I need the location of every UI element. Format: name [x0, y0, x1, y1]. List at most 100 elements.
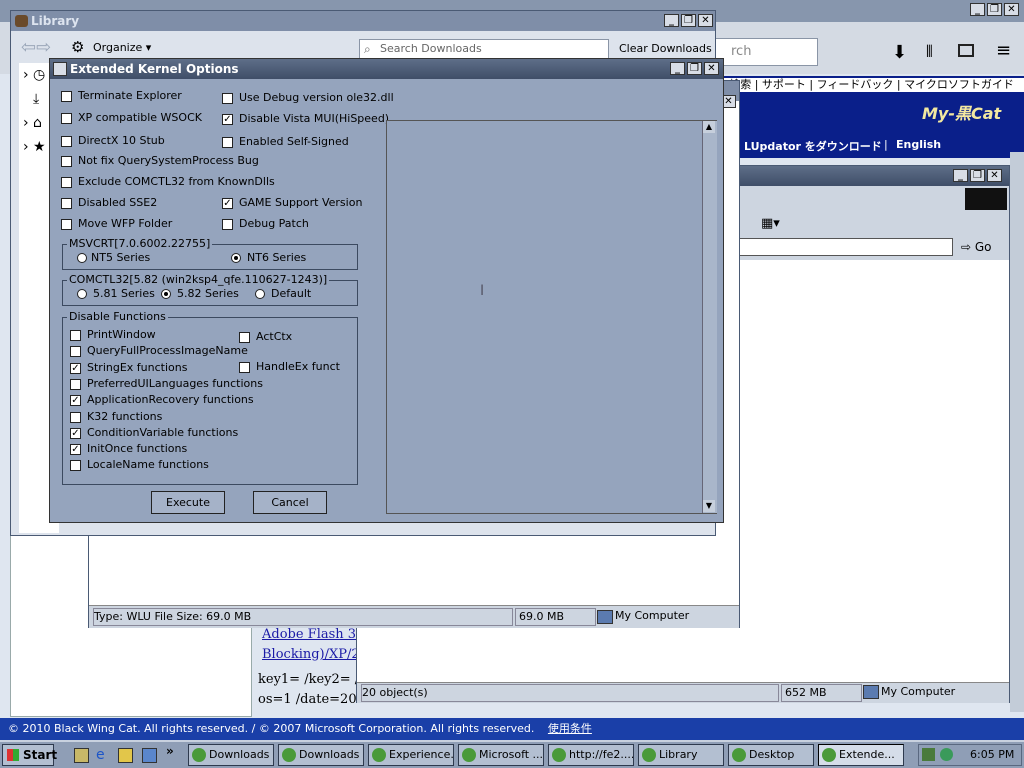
library-search-input[interactable]: ⌕ Search Downloads [359, 39, 609, 59]
english-link[interactable]: English [896, 138, 941, 151]
minimize-icon[interactable]: _ [953, 169, 968, 182]
download-arrow-icon[interactable]: ⬇ [892, 42, 907, 63]
disable-fn-checkbox-0[interactable] [70, 330, 81, 341]
disable-fn-checkbox-4[interactable]: ✓ [70, 395, 81, 407]
option-left-checkbox-3[interactable] [61, 156, 72, 167]
minimize-icon[interactable]: _ [670, 62, 685, 75]
disable-fn-checkbox-3[interactable] [70, 378, 81, 390]
radio-nt6[interactable] [231, 253, 241, 263]
go-button[interactable]: ⇨ Go [961, 238, 1005, 256]
disable-fn-checkbox-6[interactable]: ✓ [70, 427, 81, 439]
option-right-checkbox-0[interactable] [222, 93, 233, 104]
taskbar-button[interactable]: Microsoft ... [458, 744, 544, 766]
option-left-checkbox-2[interactable] [61, 136, 72, 147]
option-left-checkbox-5[interactable] [61, 198, 72, 209]
comctl-582-label: 5.82 Series [177, 287, 239, 300]
close-icon[interactable]: ✕ [698, 14, 713, 27]
taskbar-button-label: Extende... [839, 748, 895, 761]
radio-582[interactable] [161, 289, 171, 299]
option-right-checkbox-1[interactable]: ✓ [222, 114, 233, 125]
dialog-text-pane[interactable] [386, 120, 717, 514]
quicklaunch-desktop-icon[interactable] [74, 748, 89, 763]
quicklaunch-ie-icon[interactable]: e [96, 747, 105, 763]
maximize-icon[interactable]: ❐ [970, 169, 985, 182]
quicklaunch-more-icon[interactable]: » [166, 744, 174, 758]
disable-fn-checkbox-8[interactable] [70, 460, 81, 472]
radio-default[interactable] [255, 289, 265, 299]
start-button[interactable]: Start [2, 744, 57, 766]
disable-fn-checkbox-7[interactable]: ✓ [70, 444, 81, 456]
minimize-icon[interactable]: _ [970, 3, 985, 16]
option-left-label-0: Terminate Explorer [78, 89, 182, 102]
disable-fn-checkbox-1[interactable] [70, 346, 81, 358]
close-icon[interactable]: ✕ [704, 62, 719, 75]
taskbar-button[interactable]: http://fe2.... [548, 744, 634, 766]
taskbar-app-icon [732, 748, 746, 762]
tags-icon[interactable]: › ⌂ [23, 115, 42, 131]
bookmarks-icon[interactable]: › ★ [23, 139, 46, 155]
maximize-icon[interactable]: ❐ [987, 3, 1002, 16]
pane-scrollbar[interactable] [702, 121, 717, 513]
page-text-2: os=1 /date=20 c [258, 692, 369, 707]
scroll-up-icon[interactable]: ▲ [703, 121, 715, 133]
option-left-checkbox-0[interactable] [61, 91, 72, 102]
taskbar-button[interactable]: Extende... [818, 744, 904, 766]
copyright-text: © 2010 Black Wing Cat. All rights reserv… [8, 722, 535, 735]
option-left-checkbox-6[interactable] [61, 219, 72, 230]
search-placeholder: Search Downloads [380, 42, 482, 55]
option-right-label-2: Enabled Self-Signed [239, 135, 349, 148]
browser-scrollbar[interactable] [1010, 152, 1024, 712]
option-left-checkbox-1[interactable] [61, 113, 72, 124]
cancel-button[interactable]: Cancel [253, 491, 327, 514]
option-right-checkbox-2[interactable] [222, 137, 233, 148]
library-icon[interactable]: ⫴ [926, 42, 933, 62]
clear-downloads-button[interactable]: Clear Downloads [619, 42, 712, 55]
close-icon[interactable]: ✕ [987, 169, 1002, 182]
quicklaunch-explorer-icon[interactable] [118, 748, 133, 763]
page-link-1[interactable]: Adobe Flash 3 [262, 627, 356, 642]
taskbar-button[interactable]: Experience... [368, 744, 454, 766]
disable-fn-right-checkbox-1[interactable] [239, 362, 250, 373]
page-link-2[interactable]: Blocking)/XP/2 [262, 647, 360, 662]
organize-button[interactable]: Organize ▾ [93, 41, 151, 54]
radio-581[interactable] [77, 289, 87, 299]
maximize-icon[interactable]: ❐ [681, 14, 696, 27]
disable-fn-checkbox-2[interactable]: ✓ [70, 362, 81, 374]
option-left-checkbox-4[interactable] [61, 177, 72, 188]
taskbar-button-label: Microsoft ... [479, 748, 544, 761]
taskbar-button-label: Library [659, 748, 698, 761]
library-app-icon [15, 15, 28, 27]
status-total: 69.0 MB [515, 608, 596, 626]
computer-icon [597, 610, 613, 624]
taskbar-button[interactable]: Library [638, 744, 724, 766]
taskbar-button[interactable]: Downloads [188, 744, 274, 766]
clock[interactable]: 6:05 PM [970, 748, 1014, 761]
scroll-down-icon[interactable]: ▼ [703, 500, 715, 512]
jp-menu[interactable]: | 検索 | サポート | フィードバック | マイクロソフトガイド [722, 78, 1024, 92]
gear-icon[interactable]: ⚙ [71, 38, 84, 56]
close-icon[interactable]: ✕ [1004, 3, 1019, 16]
minimize-icon[interactable]: _ [664, 14, 679, 27]
terms-link[interactable]: 使用条件 [548, 722, 592, 735]
taskbar-button[interactable]: Desktop [728, 744, 814, 766]
taskbar-button[interactable]: Downloads [278, 744, 364, 766]
option-right-checkbox-4[interactable] [222, 219, 233, 230]
radio-nt5[interactable] [77, 253, 87, 263]
history-icon[interactable]: › ◷ [23, 67, 45, 83]
taskbar-button-label: Experience... [389, 748, 454, 761]
option-right-checkbox-3[interactable]: ✓ [222, 198, 233, 209]
quicklaunch-media-icon[interactable] [142, 748, 157, 763]
sidebar-icon[interactable] [958, 44, 974, 57]
maximize-icon[interactable]: ❐ [687, 62, 702, 75]
download-link[interactable]: LUpdator をダウンロード [744, 138, 882, 154]
execute-button[interactable]: Execute [151, 491, 225, 514]
disable-fn-checkbox-5[interactable] [70, 411, 81, 423]
footer-bar: © 2010 Black Wing Cat. All rights reserv… [0, 718, 1024, 740]
menu-icon[interactable]: ≡ [996, 40, 1011, 61]
back-forward-icon[interactable]: ⇦⇨ [21, 37, 51, 58]
option-right-label-4: Debug Patch [239, 217, 309, 230]
comctl-581-label: 5.81 Series [93, 287, 155, 300]
disable-fn-right-checkbox-0[interactable] [239, 332, 250, 343]
downloads-icon[interactable]: ⤓ [33, 91, 39, 107]
views-icon[interactable]: ▦▾ [761, 216, 780, 231]
